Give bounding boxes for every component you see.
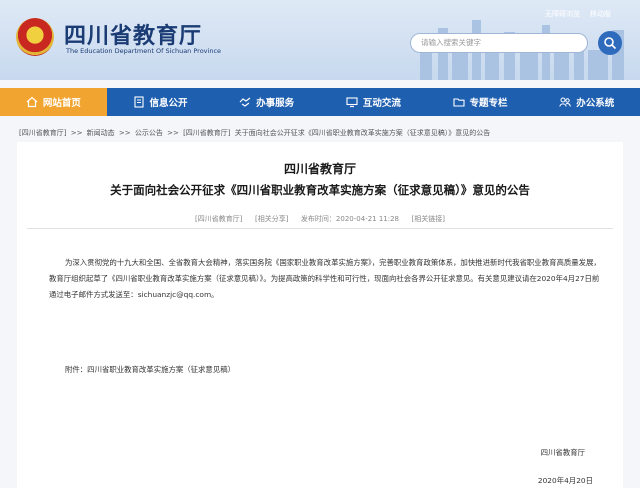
nav-office-label: 办公系统: [576, 98, 615, 109]
document-icon: [133, 96, 144, 108]
search-button[interactable]: [598, 31, 622, 55]
article-body: 为深入贯彻党的十九大和全国、全省教育大会精神，落实国务院《国家职业教育改革实施方…: [49, 255, 605, 303]
nav-special-topics[interactable]: 专题专栏: [427, 88, 534, 116]
search-input[interactable]: 请输入搜索关键字: [410, 33, 588, 53]
signature-org: 四川省教育厅: [540, 448, 585, 457]
nav-office-system[interactable]: 办公系统: [533, 88, 640, 116]
nav-services[interactable]: 办事服务: [213, 88, 320, 116]
nav-services-label: 办事服务: [256, 98, 295, 109]
handshake-icon: [239, 97, 251, 107]
site-subtitle: The Education Department Of Sichuan Prov…: [66, 47, 222, 55]
site-title[interactable]: 四川省教育厅: [64, 18, 202, 50]
search-icon: [604, 37, 617, 50]
breadcrumb-org[interactable]: [四川省教育厅]: [183, 129, 230, 137]
meta-related-links[interactable]: [相关链接]: [411, 215, 444, 223]
breadcrumb-source[interactable]: [四川省教育厅]: [19, 129, 66, 137]
breadcrumb-news[interactable]: 新闻动态: [87, 129, 115, 137]
article-title: 关于面向社会公开征求《四川省职业教育改革实施方案（征求意见稿）》意见的公告: [110, 183, 530, 197]
nav-interaction-label: 互动交流: [362, 98, 401, 109]
attachment-link[interactable]: 附件：四川省职业教育改革实施方案（征求意见稿）: [65, 364, 235, 375]
breadcrumb-separator: >>: [70, 129, 83, 137]
site-header: 无障碍浏览 移动版 四川省教育厅 The Education Departmen…: [0, 0, 640, 80]
divider: [27, 228, 613, 229]
users-icon: [559, 97, 571, 107]
article-org-heading: 四川省教育厅: [283, 162, 356, 176]
main-nav: 网站首页 信息公开 办事服务 互动交流 专题专栏 办公系统: [0, 88, 640, 116]
article-panel: 四川省教育厅 关于面向社会公开征求《四川省职业教育改革实施方案（征求意见稿）》意…: [17, 142, 623, 488]
meta-publish-time: 发布时间：2020-04-21 11:28: [300, 215, 400, 223]
meta-source: [四川省教育厅]: [195, 215, 243, 223]
national-emblem-logo: [16, 18, 54, 56]
breadcrumb-separator: >>: [167, 129, 179, 137]
nav-topics-label: 专题专栏: [469, 98, 508, 109]
monitor-icon: [346, 97, 358, 108]
nav-home[interactable]: 网站首页: [0, 88, 107, 116]
breadcrumb: [四川省教育厅] >> 新闻动态 >> 公示公告 >> [四川省教育厅] 关于面…: [19, 128, 621, 138]
mobile-version-link[interactable]: 移动版: [590, 9, 611, 19]
meta-share[interactable]: [相关分享]: [255, 215, 288, 223]
nav-home-label: 网站首页: [42, 98, 81, 109]
accessibility-link[interactable]: 无障碍浏览: [545, 9, 580, 19]
breadcrumb-notices[interactable]: 公示公告: [135, 129, 163, 137]
signature-date: 2020年4月20日: [537, 476, 593, 485]
folder-icon: [452, 98, 465, 107]
breadcrumb-separator: >>: [118, 129, 131, 137]
article-paragraph: 为深入贯彻党的十九大和全国、全省教育大会精神，落实国务院《国家职业教育改革实施方…: [49, 258, 601, 299]
nav-info-label: 信息公开: [149, 98, 188, 109]
nav-info-disclosure[interactable]: 信息公开: [107, 88, 214, 116]
home-icon: [26, 96, 38, 108]
nav-interaction[interactable]: 互动交流: [320, 88, 427, 116]
breadcrumb-current: 关于面向社会公开征求《四川省职业教育改革实施方案（征求意见稿）》意见的公告: [234, 129, 491, 137]
article-meta: [四川省教育厅] [相关分享] 发布时间：2020-04-21 11:28 [相…: [27, 214, 613, 224]
